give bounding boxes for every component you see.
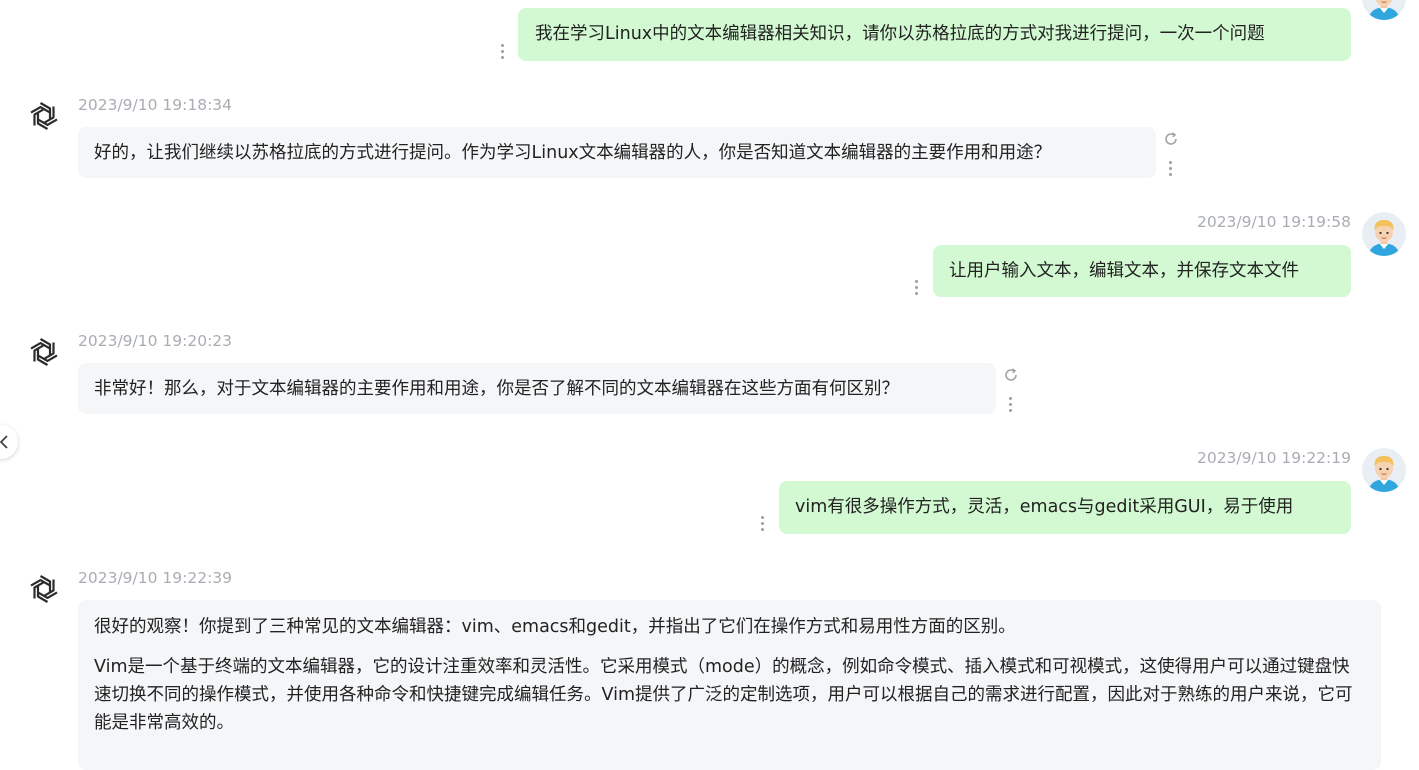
assistant-message: 好的，让我们继续以苏格拉底的方式进行提问。作为学习Linux文本编辑器的人，你是… <box>78 127 1156 178</box>
message-paragraph: Vim是一个基于终端的文本编辑器，它的设计注重效率和灵活性。它采用模式（mode… <box>94 657 1353 733</box>
message-timestamp: 2023/9/10 19:20:23 <box>78 332 233 350</box>
message-timestamp: 2023/9/10 19:22:39 <box>78 569 233 587</box>
openai-logo-icon <box>24 569 64 609</box>
chevron-left-icon <box>0 434 9 450</box>
more-vertical-icon[interactable] <box>1168 161 1174 177</box>
user-message: vim有很多操作方式，灵活，emacs与gedit采用GUI，易于使用 <box>779 481 1351 534</box>
more-vertical-icon[interactable] <box>1008 397 1014 413</box>
user-message: 让用户输入文本，编辑文本，并保存文本文件 <box>933 245 1351 297</box>
message-paragraph: 很好的观察！你提到了三种常见的文本编辑器：vim、emacs和gedit，并指出… <box>94 617 1016 637</box>
collapse-sidebar-button[interactable] <box>0 425 18 459</box>
openai-logo-icon <box>24 332 64 372</box>
user-avatar-icon <box>1362 448 1406 492</box>
refresh-icon[interactable] <box>1163 131 1179 147</box>
user-message: 我在学习Linux中的文本编辑器相关知识，请你以苏格拉底的方式对我进行提问，一次… <box>518 8 1351 61</box>
message-timestamp: 2023/9/10 19:22:19 <box>1196 449 1351 467</box>
assistant-message: 很好的观察！你提到了三种常见的文本编辑器：vim、emacs和gedit，并指出… <box>78 600 1381 770</box>
more-vertical-icon[interactable] <box>760 516 766 532</box>
message-timestamp: 2023/9/10 19:18:34 <box>78 96 233 114</box>
refresh-icon[interactable] <box>1003 367 1019 383</box>
user-avatar-icon <box>1362 0 1406 20</box>
message-timestamp: 2023/9/10 19:19:58 <box>1196 213 1351 231</box>
user-avatar-icon <box>1362 212 1406 256</box>
more-vertical-icon[interactable] <box>914 280 920 296</box>
more-vertical-icon[interactable] <box>500 44 506 60</box>
assistant-message: 非常好！那么，对于文本编辑器的主要作用和用途，你是否了解不同的文本编辑器在这些方… <box>78 363 996 414</box>
openai-logo-icon <box>24 96 64 136</box>
